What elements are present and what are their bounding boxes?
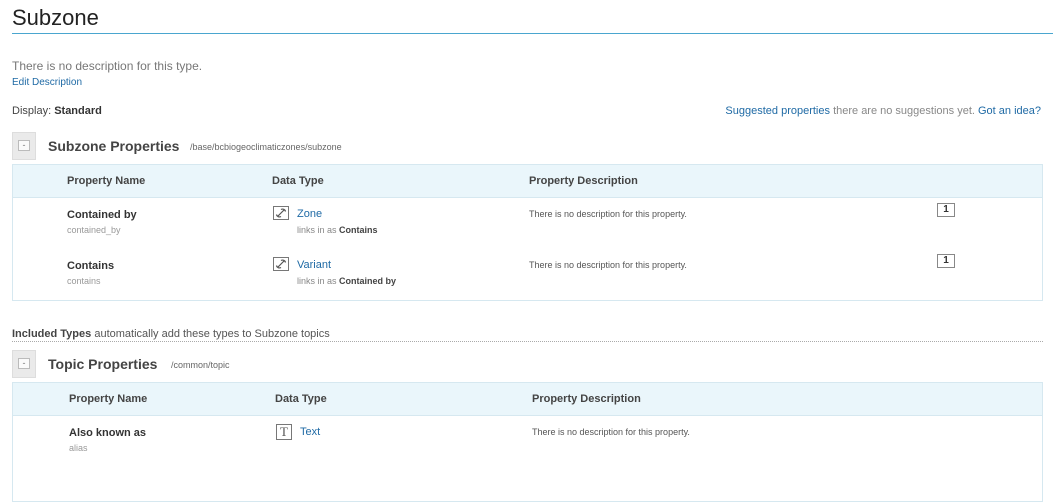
cardinality-badge: 1	[937, 203, 955, 217]
property-description: There is no description for this propert…	[529, 209, 687, 219]
included-divider	[12, 341, 1043, 342]
col-data-type: Data Type	[272, 175, 324, 187]
section-path: /common/topic	[171, 360, 230, 370]
suggestions-text: there are no suggestions yet.	[833, 105, 975, 117]
topic-properties-section: - Topic Properties /common/topic Propert…	[12, 350, 1043, 502]
property-key: contains	[67, 276, 101, 286]
property-name[interactable]: Contains	[67, 260, 114, 272]
suggestions-bar: Suggested properties there are no sugges…	[725, 105, 1041, 117]
table-row: Contains contains Variant links in as Co…	[13, 249, 1042, 300]
property-key: alias	[69, 443, 88, 453]
links-in-prefix: links in as	[297, 276, 337, 286]
link-icon	[273, 257, 289, 271]
suggested-properties-link[interactable]: Suggested properties	[725, 105, 830, 117]
link-icon	[273, 206, 289, 220]
got-an-idea-link[interactable]: Got an idea?	[978, 105, 1041, 117]
properties-table: Property Name Data Type Property Descrip…	[12, 382, 1043, 502]
properties-table: Property Name Data Type Property Descrip…	[12, 164, 1043, 301]
included-types-text: automatically add these types to Subzone…	[94, 328, 330, 340]
col-property-name: Property Name	[67, 175, 146, 187]
title-divider	[12, 33, 1053, 34]
table-header: Property Name Data Type Property Descrip…	[13, 164, 1042, 198]
links-in-property: Contained by	[339, 276, 397, 286]
data-type-link[interactable]: Variant	[297, 259, 331, 271]
col-property-description: Property Description	[532, 393, 641, 405]
collapse-toggle[interactable]: -	[12, 132, 36, 160]
cardinality-badge: 1	[937, 254, 955, 268]
section-title: Subzone Properties	[48, 138, 180, 154]
section-path: /base/bcbiogeoclimaticzones/subzone	[190, 142, 342, 152]
property-name[interactable]: Also known as	[69, 427, 146, 439]
data-type-link[interactable]: Zone	[297, 208, 322, 220]
subzone-properties-section: - Subzone Properties /base/bcbiogeoclima…	[12, 132, 1043, 301]
property-key: contained_by	[67, 225, 121, 235]
display-value[interactable]: Standard	[54, 105, 102, 117]
included-types-note: Included Types automatically add these t…	[12, 328, 330, 340]
page-title: Subzone	[12, 5, 99, 30]
links-in-property: Contains	[339, 225, 378, 235]
property-description: There is no description for this propert…	[532, 427, 690, 437]
collapse-icon: -	[18, 358, 30, 369]
links-in-prefix: links in as	[297, 225, 337, 235]
edit-description-link[interactable]: Edit Description	[12, 77, 82, 88]
data-type-link[interactable]: Text	[300, 426, 320, 438]
display-label: Display:	[12, 105, 52, 117]
section-title: Topic Properties	[48, 356, 158, 372]
collapse-icon: -	[18, 140, 30, 151]
links-in-note: links in as Contained by	[297, 276, 396, 286]
col-property-description: Property Description	[529, 175, 638, 187]
links-in-note: links in as Contains	[297, 225, 378, 235]
type-description: There is no description for this type.	[12, 59, 203, 73]
collapse-toggle[interactable]: -	[12, 350, 36, 378]
text-icon: T	[276, 424, 292, 440]
property-name[interactable]: Contained by	[67, 209, 137, 221]
table-header: Property Name Data Type Property Descrip…	[13, 382, 1042, 416]
section-header: - Subzone Properties /base/bcbiogeoclima…	[12, 132, 1043, 164]
section-header: - Topic Properties /common/topic	[12, 350, 1043, 382]
display-mode: Display: Standard	[12, 105, 102, 117]
table-row: Contained by contained_by Zone links in …	[13, 198, 1042, 249]
col-property-name: Property Name	[69, 393, 148, 405]
table-row: Also known as alias T Text There is no d…	[13, 416, 1042, 467]
included-types-label: Included Types	[12, 328, 92, 340]
property-description: There is no description for this propert…	[529, 260, 687, 270]
col-data-type: Data Type	[275, 393, 327, 405]
